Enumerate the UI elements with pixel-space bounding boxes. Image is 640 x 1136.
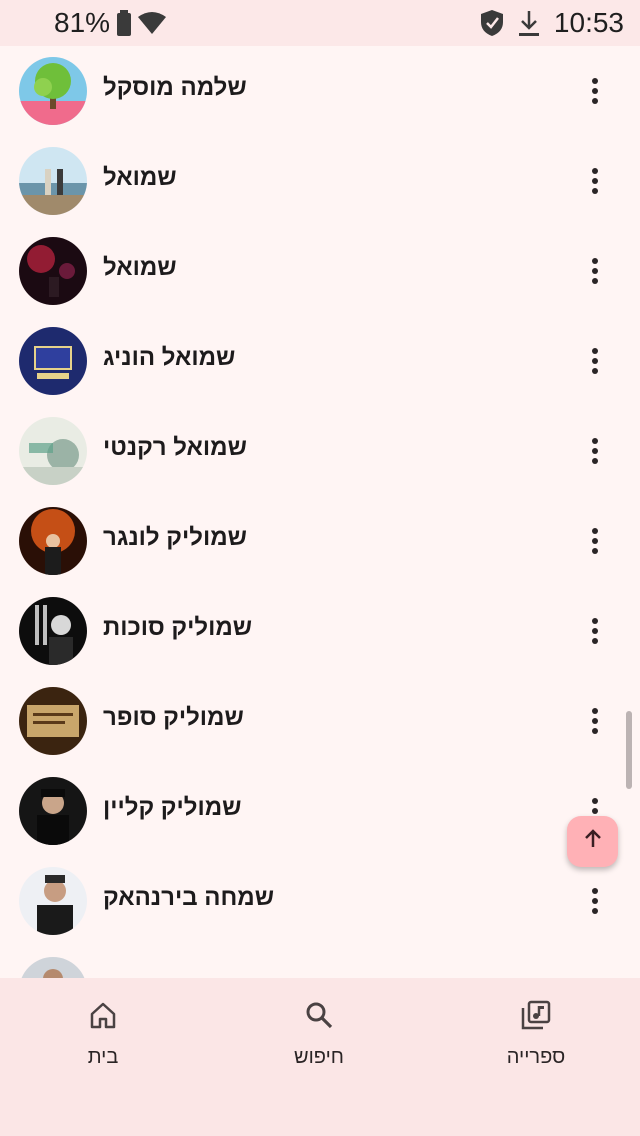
list-item[interactable]: שמואל <box>0 136 640 226</box>
nav-library-label: ספרייה <box>506 1046 566 1068</box>
arrow-up-icon <box>582 828 604 855</box>
artist-avatar <box>19 57 87 125</box>
artist-name: שלמה מוסקל <box>103 74 247 101</box>
wifi-icon <box>138 11 167 35</box>
artist-name: שמחה בירנהאק <box>103 884 275 911</box>
status-right: 10:53 <box>480 6 624 40</box>
artist-avatar <box>19 507 87 575</box>
more-options-button[interactable] <box>576 521 614 561</box>
nav-home-label: בית <box>87 1046 119 1068</box>
more-options-button[interactable] <box>576 881 614 921</box>
battery-icon <box>116 10 132 36</box>
scrollbar[interactable] <box>626 711 632 789</box>
list-item-partial[interactable] <box>0 946 640 978</box>
artist-avatar <box>19 327 87 395</box>
clock: 10:53 <box>553 7 624 38</box>
artist-name: שמוליק לונגר <box>103 524 247 551</box>
more-options-button[interactable] <box>576 251 614 291</box>
list-item[interactable]: שמואל <box>0 226 640 316</box>
more-options-button[interactable] <box>576 341 614 381</box>
nav-search[interactable]: חיפוש <box>249 1000 389 1080</box>
list-item[interactable]: שמחה בירנהאק <box>0 856 640 946</box>
download-icon <box>518 9 540 37</box>
artist-name: שמוליק סופר <box>103 704 244 731</box>
artist-avatar <box>19 597 87 665</box>
list-item[interactable]: שמוליק סופר <box>0 676 640 766</box>
shield-icon <box>480 9 504 37</box>
battery-percent: 81% <box>54 7 111 38</box>
nav-library[interactable]: ספרייה <box>466 1000 606 1080</box>
library-music-icon <box>521 1000 551 1030</box>
list-item[interactable]: שמואל הוניג <box>0 316 640 406</box>
artist-name: שמואל רקנטי <box>103 434 247 461</box>
artist-name: שמוליק קליין <box>103 794 242 821</box>
artist-avatar <box>19 147 87 215</box>
list-item[interactable]: שמוליק לונגר <box>0 496 640 586</box>
list-item[interactable]: שמוליק סוכות <box>0 586 640 676</box>
artist-name: שמואל <box>103 254 177 281</box>
artist-avatar <box>19 687 87 755</box>
artist-name: שמוליק סוכות <box>103 614 253 641</box>
artist-avatar <box>19 957 87 978</box>
artist-name: שמואל הוניג <box>103 344 236 371</box>
artist-avatar <box>19 867 87 935</box>
home-icon <box>88 1000 118 1030</box>
status-left: 81% <box>54 6 167 40</box>
artist-avatar <box>19 417 87 485</box>
search-icon <box>304 1000 334 1030</box>
more-options-button[interactable] <box>576 431 614 471</box>
status-bar: 81% 10:53 <box>0 0 640 46</box>
list-item[interactable]: שמואל רקנטי <box>0 406 640 496</box>
artist-avatar <box>19 237 87 305</box>
nav-home[interactable]: בית <box>33 1000 173 1080</box>
scroll-to-top-button[interactable] <box>567 816 618 867</box>
nav-search-label: חיפוש <box>294 1046 344 1068</box>
artist-avatar <box>19 777 87 845</box>
artist-list[interactable]: שלמה מוסקל שמואל שמואל שמואל הוניג שמואל… <box>0 46 640 978</box>
more-options-button[interactable] <box>576 161 614 201</box>
more-options-button[interactable] <box>576 701 614 741</box>
artist-name: שמואל <box>103 164 177 191</box>
more-options-button[interactable] <box>576 71 614 111</box>
list-item[interactable]: שלמה מוסקל <box>0 46 640 136</box>
more-options-button[interactable] <box>576 611 614 651</box>
list-item[interactable]: שמוליק קליין <box>0 766 640 856</box>
bottom-navigation: בית חיפוש ספרייה <box>0 978 640 1136</box>
